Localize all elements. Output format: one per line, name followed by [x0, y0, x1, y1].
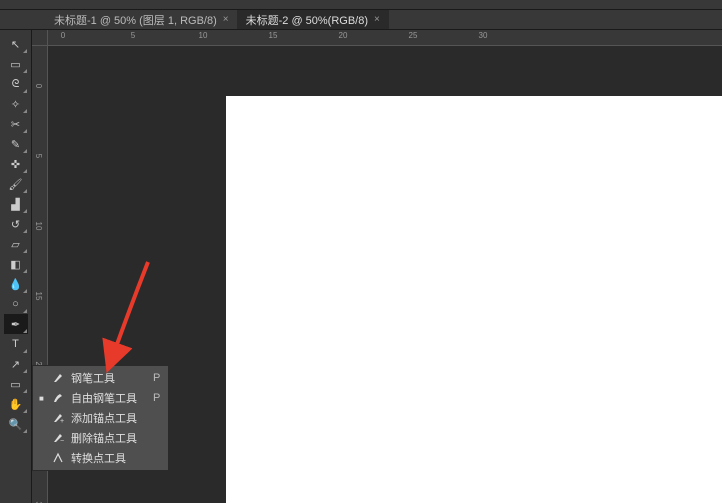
ruler-tick: 10: [199, 31, 208, 40]
document-tab-1[interactable]: 未标题-1 @ 50% (图层 1, RGB/8) ×: [46, 10, 238, 29]
tools-panel: ↖▭ᘓ✧✂✎✜🖌▟↺▱◧💧○✒T↗▭✋🔍: [0, 30, 32, 503]
flyout-label: 转换点工具: [71, 450, 144, 466]
gradient-tool[interactable]: ◧: [4, 254, 28, 274]
flyout-label: 钢笔工具: [71, 370, 137, 386]
flyout-item[interactable]: + 添加锚点工具: [33, 408, 168, 428]
type-tool[interactable]: T: [4, 334, 28, 354]
convert-anchor-icon: [51, 452, 65, 464]
flyout-shortcut: P: [153, 392, 160, 404]
stamp-tool[interactable]: ▟: [4, 194, 28, 214]
crop-tool[interactable]: ✂: [4, 114, 28, 134]
flyout-label: 自由钢笔工具: [71, 390, 137, 406]
ruler-tick: 0: [34, 84, 43, 88]
zoom-tool[interactable]: 🔍: [4, 414, 28, 434]
lasso-tool[interactable]: ᘓ: [4, 74, 28, 94]
close-icon[interactable]: ×: [223, 14, 229, 25]
svg-text:+: +: [60, 418, 64, 424]
blur-tool[interactable]: 💧: [4, 274, 28, 294]
flyout-item[interactable]: 钢笔工具 P: [33, 368, 168, 388]
ruler-tick: 15: [269, 31, 278, 40]
dodge-tool[interactable]: ○: [4, 294, 28, 314]
ruler-tick: 0: [61, 31, 65, 40]
document-tab-2[interactable]: 未标题-2 @ 50%(RGB/8) ×: [238, 10, 389, 29]
options-bar: [0, 0, 722, 10]
shape-tool[interactable]: ▭: [4, 374, 28, 394]
ruler-horizontal[interactable]: 0 5 10 15 20 25 30: [48, 30, 722, 46]
add-anchor-icon: +: [51, 412, 65, 424]
ruler-tick: 20: [339, 31, 348, 40]
hand-tool[interactable]: ✋: [4, 394, 28, 414]
ruler-tick: 25: [409, 31, 418, 40]
path-select-tool[interactable]: ↗: [4, 354, 28, 374]
tab-label: 未标题-1 @ 50% (图层 1, RGB/8): [54, 12, 217, 28]
eyedropper-tool[interactable]: ✎: [4, 134, 28, 154]
ruler-tick: 5: [34, 154, 43, 158]
move-tool[interactable]: ↖: [4, 34, 28, 54]
svg-text:−: −: [60, 438, 64, 444]
ruler-tick: 5: [131, 31, 135, 40]
brush-tool[interactable]: 🖌: [4, 174, 28, 194]
close-icon[interactable]: ×: [374, 14, 380, 25]
pen-tool[interactable]: ✒: [4, 314, 28, 334]
flyout-shortcut: P: [153, 372, 160, 384]
ruler-origin[interactable]: [32, 30, 48, 46]
canvas[interactable]: [226, 96, 722, 503]
active-marker: ■: [39, 394, 45, 403]
history-brush-tool[interactable]: ↺: [4, 214, 28, 234]
ruler-tick: 10: [34, 222, 43, 231]
ruler-tick: 30: [479, 31, 488, 40]
magic-wand-tool[interactable]: ✧: [4, 94, 28, 114]
spot-heal-tool[interactable]: ✜: [4, 154, 28, 174]
tab-label: 未标题-2 @ 50%(RGB/8): [246, 12, 368, 28]
pen-tool-flyout: 钢笔工具 P ■ 自由钢笔工具 P + 添加锚点工具 − 删除锚点工具转换点工具: [32, 365, 169, 471]
rect-marquee-tool[interactable]: ▭: [4, 54, 28, 74]
flyout-label: 删除锚点工具: [71, 430, 144, 446]
delete-anchor-icon: −: [51, 432, 65, 444]
eraser-tool[interactable]: ▱: [4, 234, 28, 254]
flyout-item[interactable]: ■ 自由钢笔工具 P: [33, 388, 168, 408]
flyout-item[interactable]: − 删除锚点工具: [33, 428, 168, 448]
freeform-pen-icon: [51, 392, 65, 404]
document-tabs: 未标题-1 @ 50% (图层 1, RGB/8) × 未标题-2 @ 50%(…: [0, 10, 722, 30]
flyout-label: 添加锚点工具: [71, 410, 144, 426]
flyout-item[interactable]: 转换点工具: [33, 448, 168, 468]
ruler-tick: 15: [34, 292, 43, 301]
pen-icon: [51, 372, 65, 384]
